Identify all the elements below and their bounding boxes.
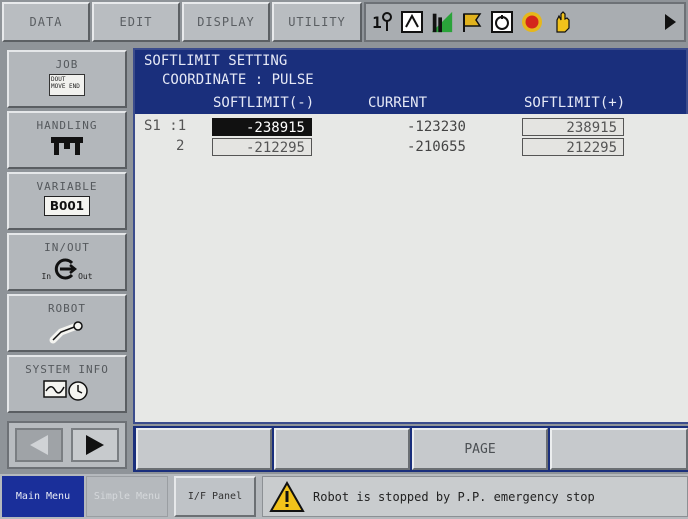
softlimit-minus-cell[interactable]: -212295	[212, 138, 312, 156]
right-arrow-button[interactable]	[71, 428, 119, 462]
current-value: -210655	[406, 139, 466, 155]
next-arrow-icon[interactable]	[658, 9, 682, 35]
function-key-4[interactable]	[550, 428, 688, 470]
row-label: S1 :1	[144, 118, 187, 134]
menu-data-label: DATA	[29, 15, 63, 29]
menu-display-label: DISPLAY	[197, 15, 255, 29]
col-header-current: CURRENT	[368, 95, 428, 111]
side-system-info[interactable]: SYSTEM INFO	[7, 355, 127, 413]
side-variable[interactable]: VARIABLE B001	[7, 172, 127, 230]
menu-utility-label: UTILITY	[288, 15, 346, 29]
nav-arrows	[7, 421, 127, 469]
side-inout[interactable]: IN/OUT In Out	[7, 233, 127, 291]
right-arrow-icon	[86, 435, 104, 455]
speed-icon[interactable]	[490, 9, 514, 35]
servo-on-icon[interactable]	[520, 9, 544, 35]
tool-number-icon[interactable]: 1	[370, 9, 394, 35]
page-title: SOFTLIMIT SETTING	[144, 53, 288, 69]
ip-panel-label: I/F Panel	[187, 491, 243, 502]
menu-display[interactable]: DISPLAY	[182, 2, 270, 42]
side-handling[interactable]: HANDLING	[7, 111, 127, 169]
function-key-2[interactable]	[274, 428, 410, 470]
left-arrow-button[interactable]	[15, 428, 63, 462]
side-inout-label: IN/OUT	[44, 241, 90, 254]
page-button[interactable]: PAGE	[412, 428, 548, 470]
main-menu-label: Main Menu	[15, 491, 71, 502]
side-job-label: JOB	[55, 58, 79, 71]
function-key-1[interactable]	[136, 428, 272, 470]
hand-icon[interactable]	[550, 9, 574, 35]
side-handling-label: HANDLING	[36, 119, 98, 132]
menu-edit-label: EDIT	[119, 15, 153, 29]
side-system-info-label: SYSTEM INFO	[25, 363, 109, 376]
job-icon: DOUT MOVE END	[9, 74, 125, 96]
simple-menu-label: Simple Menu	[93, 491, 161, 502]
robot-arm-icon	[9, 318, 125, 344]
softlimit-plus-cell[interactable]: 238915	[522, 118, 624, 136]
page-button-label: PAGE	[464, 441, 496, 457]
message-area: Robot is stopped by P.P. emergency stop	[262, 476, 688, 517]
main-menu-button[interactable]: Main Menu	[2, 476, 84, 517]
status-message: Robot is stopped by P.P. emergency stop	[313, 489, 595, 504]
variable-icon: B001	[44, 196, 90, 216]
col-header-softlimit-minus: SOFTLIMIT(-)	[213, 95, 315, 111]
side-robot[interactable]: ROBOT	[7, 294, 127, 352]
signal-strength-icon[interactable]	[430, 9, 454, 35]
ip-panel-button[interactable]: I/F Panel	[174, 476, 256, 517]
menu-data[interactable]: DATA	[2, 2, 90, 42]
menu-edit[interactable]: EDIT	[92, 2, 180, 42]
simple-menu-button[interactable]: Simple Menu	[86, 476, 168, 517]
softlimit-plus-cell[interactable]: 212295	[522, 138, 624, 156]
col-header-softlimit-plus: SOFTLIMIT(+)	[524, 95, 626, 111]
side-variable-label: VARIABLE	[36, 180, 98, 193]
inout-in-label: In	[41, 272, 52, 281]
content-area	[135, 114, 688, 422]
inout-icon: In Out	[9, 257, 125, 281]
gripper-icon	[9, 135, 125, 157]
left-arrow-icon	[30, 435, 48, 455]
row-label: 2	[176, 138, 185, 154]
inout-out-label: Out	[78, 272, 93, 281]
coordinate-flag-icon[interactable]	[460, 9, 484, 35]
current-value: -123230	[406, 119, 466, 135]
menu-utility[interactable]: UTILITY	[272, 2, 362, 42]
status-toolbar: 1	[364, 2, 686, 42]
softlimit-minus-cell[interactable]: -238915	[212, 118, 312, 136]
system-info-icon	[9, 379, 125, 401]
teach-mode-icon[interactable]	[400, 9, 424, 35]
tool-number: 1	[372, 12, 382, 32]
side-robot-label: ROBOT	[47, 302, 87, 315]
side-job[interactable]: JOB DOUT MOVE END	[7, 50, 127, 108]
coordinate-label: COORDINATE : PULSE	[162, 72, 314, 88]
warning-icon	[269, 480, 305, 512]
